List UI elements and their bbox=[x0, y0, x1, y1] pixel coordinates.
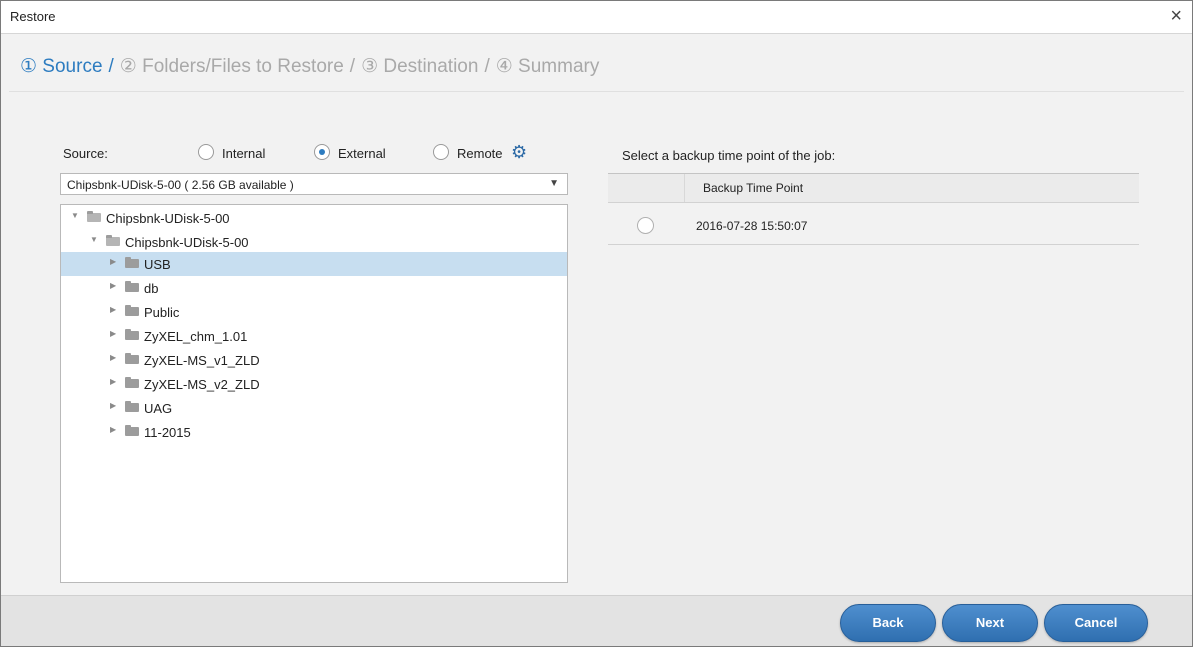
cancel-button[interactable]: Cancel bbox=[1044, 604, 1148, 642]
tree-node[interactable]: ▶ db bbox=[61, 276, 567, 300]
table-row[interactable]: 2016-07-28 15:50:07 bbox=[608, 203, 1139, 245]
source-label: Source: bbox=[63, 146, 108, 161]
tree-node[interactable]: ▼ Chipsbnk-UDisk-5-00 bbox=[61, 230, 567, 254]
column-divider bbox=[684, 174, 685, 202]
folder-tree: ▼ Chipsbnk-UDisk-5-00 ▼ Chipsbnk-UDisk-5… bbox=[60, 204, 568, 583]
tree-node[interactable]: ▶ Public bbox=[61, 300, 567, 324]
tree-node[interactable]: ▶ ZyXEL-MS_v1_ZLD bbox=[61, 348, 567, 372]
step-summary[interactable]: ④ Summary bbox=[496, 56, 600, 77]
step-destination[interactable]: ③ Destination bbox=[361, 56, 478, 77]
title-bar: Restore × bbox=[1, 1, 1192, 34]
step-source[interactable]: ① Source bbox=[20, 56, 103, 77]
tree-node-label: USB bbox=[144, 257, 171, 272]
expand-arrow-icon[interactable]: ▶ bbox=[110, 305, 116, 314]
time-point-radio[interactable] bbox=[637, 217, 654, 234]
tree-node[interactable]: ▶ ZyXEL_chm_1.01 bbox=[61, 324, 567, 348]
expand-arrow-icon[interactable]: ▶ bbox=[110, 401, 116, 410]
tree-node[interactable]: ▶ ZyXEL-MS_v2_ZLD bbox=[61, 372, 567, 396]
folder-icon bbox=[125, 401, 139, 412]
folder-icon bbox=[125, 329, 139, 340]
close-icon[interactable]: × bbox=[1170, 5, 1182, 27]
expand-arrow-icon[interactable]: ▶ bbox=[110, 377, 116, 386]
radio-remote[interactable] bbox=[433, 144, 449, 160]
step-separator: / bbox=[349, 56, 356, 77]
expand-arrow-icon[interactable]: ▼ bbox=[90, 235, 98, 244]
expand-arrow-icon[interactable]: ▶ bbox=[110, 329, 116, 338]
gear-icon[interactable]: ⚙ bbox=[511, 142, 527, 163]
restore-dialog: Restore × ① Source / ② Folders/Files to Re… bbox=[0, 0, 1193, 647]
folder-icon bbox=[125, 257, 139, 268]
tree-node-label: Chipsbnk-UDisk-5-00 bbox=[106, 211, 230, 226]
tree-node-label: db bbox=[144, 281, 159, 296]
table-header: Backup Time Point bbox=[608, 173, 1139, 203]
expand-arrow-icon[interactable]: ▼ bbox=[71, 211, 79, 220]
radio-remote-label[interactable]: Remote bbox=[457, 146, 503, 161]
folder-icon bbox=[125, 281, 139, 292]
radio-external[interactable] bbox=[314, 144, 330, 160]
tree-node[interactable]: ▼ Chipsbnk-UDisk-5-00 bbox=[61, 206, 567, 230]
tree-node-label: 11-2015 bbox=[144, 425, 191, 440]
radio-external-label[interactable]: External bbox=[338, 146, 386, 161]
tree-node-label: ZyXEL-MS_v2_ZLD bbox=[144, 377, 260, 392]
folder-icon bbox=[87, 211, 101, 222]
step-separator: / bbox=[108, 56, 114, 77]
expand-arrow-icon[interactable]: ▶ bbox=[110, 257, 116, 266]
tree-node[interactable]: ▶ 11-2015 bbox=[61, 420, 567, 444]
folder-icon bbox=[125, 305, 139, 316]
divider bbox=[9, 91, 1184, 92]
tree-node-label: ZyXEL-MS_v1_ZLD bbox=[144, 353, 260, 368]
device-select-value: Chipsbnk-UDisk-5-00 ( 2.56 GB available … bbox=[67, 178, 294, 192]
tree-node[interactable]: ▶ UAG bbox=[61, 396, 567, 420]
tree-node-label: ZyXEL_chm_1.01 bbox=[144, 329, 248, 344]
folder-icon bbox=[125, 377, 139, 388]
folder-icon bbox=[125, 425, 139, 436]
radio-internal[interactable] bbox=[198, 144, 214, 160]
column-header-backup-time-point[interactable]: Backup Time Point bbox=[703, 181, 803, 195]
folder-icon bbox=[125, 353, 139, 364]
chevron-down-icon[interactable]: ▼ bbox=[549, 178, 559, 189]
tree-node-label: Public bbox=[144, 305, 180, 320]
backup-time-point-prompt: Select a backup time point of the job: bbox=[622, 148, 836, 163]
folder-icon bbox=[106, 235, 120, 246]
wizard-steps: ① Source / ② Folders/Files to Restore / ③ De… bbox=[20, 55, 599, 78]
tree-node-selected[interactable]: ▶ USB bbox=[61, 252, 567, 276]
tree-node-label: UAG bbox=[144, 401, 173, 416]
expand-arrow-icon[interactable]: ▶ bbox=[110, 353, 116, 362]
step-separator: / bbox=[484, 56, 490, 77]
radio-internal-label[interactable]: Internal bbox=[222, 146, 265, 161]
time-point-value: 2016-07-28 15:50:07 bbox=[696, 219, 808, 233]
step-folders-files[interactable]: ② Folders/Files to Restore bbox=[120, 56, 344, 77]
device-select[interactable]: Chipsbnk-UDisk-5-00 ( 2.56 GB available … bbox=[60, 173, 568, 195]
back-button[interactable]: Back bbox=[840, 604, 936, 642]
tree-node-label: Chipsbnk-UDisk-5-00 bbox=[125, 235, 249, 250]
expand-arrow-icon[interactable]: ▶ bbox=[110, 425, 116, 434]
expand-arrow-icon[interactable]: ▶ bbox=[110, 281, 116, 290]
dialog-title: Restore bbox=[10, 9, 56, 24]
next-button[interactable]: Next bbox=[942, 604, 1038, 642]
